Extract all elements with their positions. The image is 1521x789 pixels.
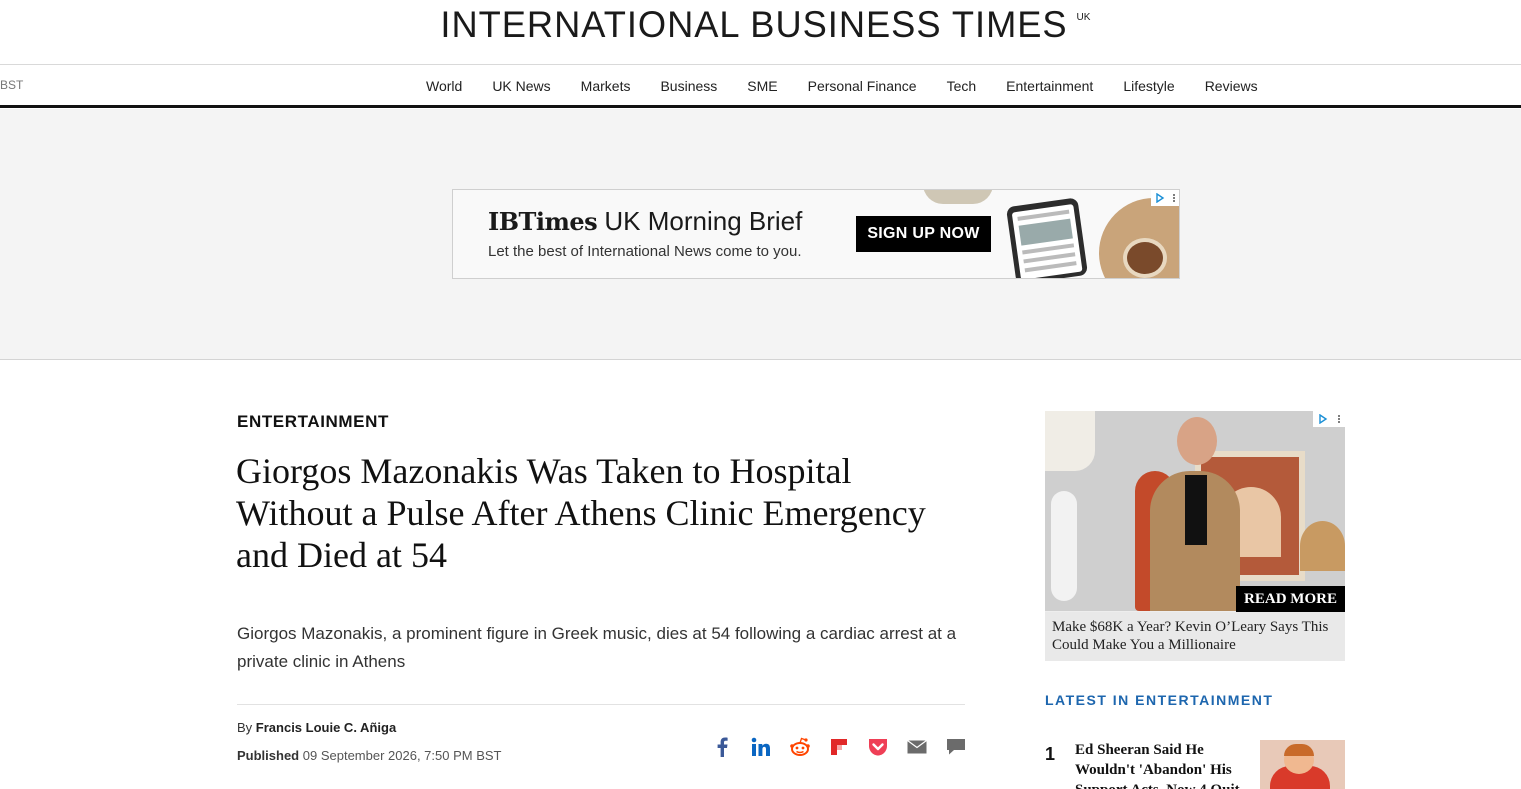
sidebar-ad[interactable]: READ MORE Make $68K a Year? Kevin O’Lear… xyxy=(1045,411,1345,661)
nav-item-world[interactable]: World xyxy=(426,78,462,94)
ad-brand: IBTimes UK Morning Brief xyxy=(488,206,802,237)
nav-item-business[interactable]: Business xyxy=(660,78,717,94)
adchoices-icon[interactable] xyxy=(1313,411,1345,427)
linkedin-icon[interactable] xyxy=(741,734,780,760)
divider xyxy=(237,704,965,705)
ad-cup-image xyxy=(1123,238,1167,278)
read-more-button[interactable]: READ MORE xyxy=(1236,586,1345,612)
flipboard-icon[interactable] xyxy=(819,734,858,760)
nav-item-markets[interactable]: Markets xyxy=(581,78,631,94)
ad-plant-image xyxy=(923,190,993,204)
nav-item-sme[interactable]: SME xyxy=(747,78,777,94)
latest-item[interactable]: 1 Ed Sheeran Said He Wouldn't 'Abandon' … xyxy=(1045,740,1345,789)
newsletter-ad-banner[interactable]: IBTimes UK Morning Brief Let the best of… xyxy=(452,189,1180,279)
latest-thumbnail[interactable] xyxy=(1260,740,1345,789)
nav-date: BST xyxy=(0,78,24,92)
logo-edition: UK xyxy=(1076,12,1091,23)
sidebar-ad-photo xyxy=(1045,411,1345,611)
latest-rank: 1 xyxy=(1045,744,1056,764)
ad-phone-image xyxy=(1005,197,1089,278)
nav-item-reviews[interactable]: Reviews xyxy=(1205,78,1258,94)
masthead: INTERNATIONAL BUSINESS TIMES UK xyxy=(0,0,1521,65)
sign-up-button[interactable]: SIGN UP NOW xyxy=(856,216,991,252)
adchoices-icon[interactable] xyxy=(1151,190,1179,206)
reddit-icon[interactable] xyxy=(780,734,819,760)
ad-tagline: Let the best of International News come … xyxy=(488,243,802,260)
email-icon[interactable] xyxy=(897,734,936,760)
nav-item-lifestyle[interactable]: Lifestyle xyxy=(1123,78,1174,94)
ad-band: IBTimes UK Morning Brief Let the best of… xyxy=(0,109,1521,360)
published-date: Published 09 September 2026, 7:50 PM BST xyxy=(237,748,501,763)
nav-item-personal-finance[interactable]: Personal Finance xyxy=(808,78,917,94)
byline-prefix: By xyxy=(237,720,253,735)
ad-brand-bold: IBTimes xyxy=(488,207,598,236)
share-bar xyxy=(702,734,975,760)
article-headline: Giorgos Mazonakis Was Taken to Hospital … xyxy=(236,451,926,575)
byline: By Francis Louie C. Añiga xyxy=(237,720,396,735)
ad-brand-rest: UK Morning Brief xyxy=(604,206,803,236)
logo-text: INTERNATIONAL BUSINESS TIMES xyxy=(439,4,1068,45)
sidebar-ad-caption[interactable]: Make $68K a Year? Kevin O’Leary Says Thi… xyxy=(1045,612,1345,661)
author-link[interactable]: Francis Louie C. Añiga xyxy=(256,720,396,735)
pocket-icon[interactable] xyxy=(858,734,897,760)
comment-icon[interactable] xyxy=(936,734,975,760)
nav-item-uk-news[interactable]: UK News xyxy=(492,78,550,94)
facebook-icon[interactable] xyxy=(702,734,741,760)
nav-list: World UK News Markets Business SME Perso… xyxy=(426,78,1288,94)
latest-title[interactable]: Ed Sheeran Said He Wouldn't 'Abandon' Hi… xyxy=(1075,740,1255,789)
main-nav: BST World UK News Markets Business SME P… xyxy=(0,66,1521,108)
published-label: Published xyxy=(237,748,300,763)
latest-heading: LATEST IN ENTERTAINMENT xyxy=(1045,692,1274,708)
site-logo[interactable]: INTERNATIONAL BUSINESS TIMES UK xyxy=(0,4,1521,46)
article-standfirst: Giorgos Mazonakis, a prominent figure in… xyxy=(237,624,957,671)
nav-item-entertainment[interactable]: Entertainment xyxy=(1006,78,1093,94)
published-value: 09 September 2026, 7:50 PM BST xyxy=(302,748,502,763)
nav-item-tech[interactable]: Tech xyxy=(947,78,977,94)
article-category[interactable]: ENTERTAINMENT xyxy=(237,412,389,432)
